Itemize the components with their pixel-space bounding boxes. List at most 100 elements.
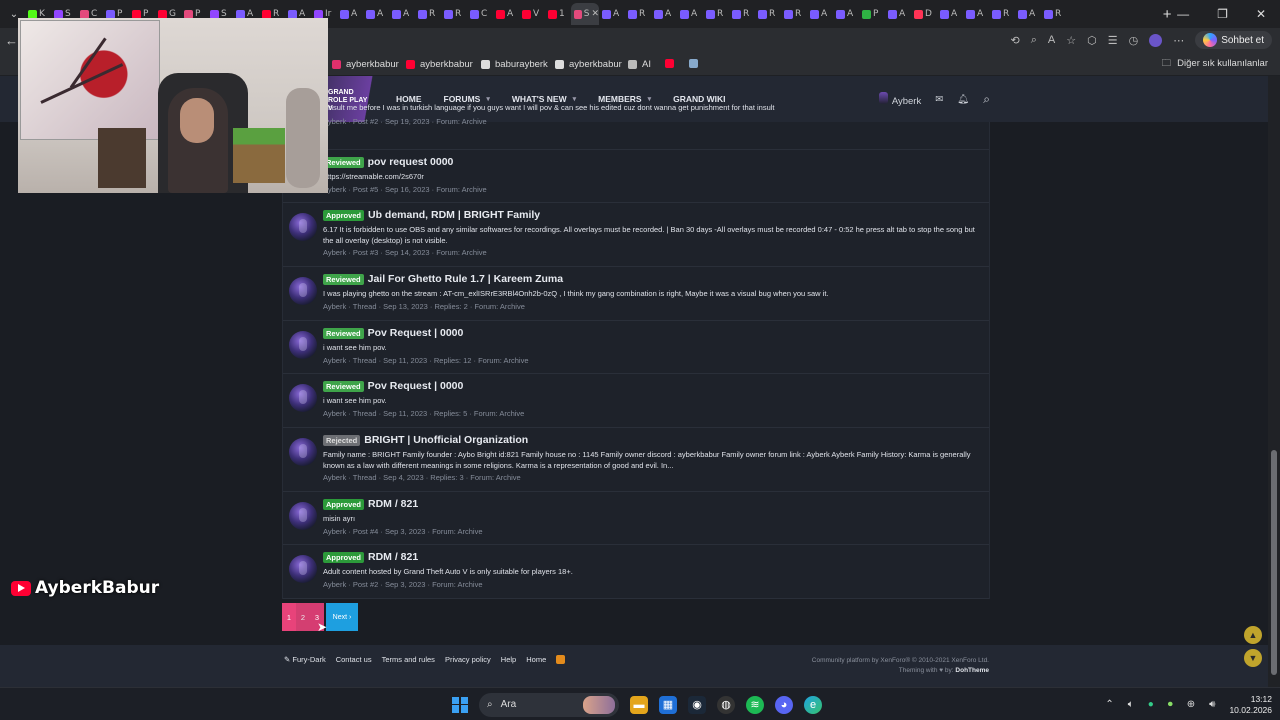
other-favorites-button[interactable]: 🗀 Diğer sık kullanılanlar — [1162, 56, 1268, 72]
microphone-icon[interactable]: ⏺ — [1168, 699, 1173, 710]
browser-tab[interactable]: A — [1015, 3, 1041, 25]
browser-tab[interactable]: A — [885, 3, 911, 25]
chevron-down-icon[interactable]: ▾ — [486, 95, 490, 103]
browser-tab[interactable]: A — [337, 3, 363, 25]
avatar[interactable] — [289, 502, 317, 530]
restore-icon[interactable]: ❐ — [1217, 7, 1228, 21]
file-explorer-icon[interactable]: ▬ — [630, 695, 648, 714]
result-title-link[interactable]: Rejected BRIGHT | Unofficial Organization — [323, 434, 528, 446]
search-icon[interactable]: ⌕ — [983, 92, 990, 107]
copilot-button[interactable]: Sohbet et — [1195, 31, 1272, 49]
history-icon[interactable]: ◷ — [1129, 34, 1139, 47]
page-1-link[interactable]: 1 — [282, 603, 296, 631]
profile-avatar[interactable] — [1149, 33, 1163, 47]
footer-link-home[interactable]: Home — [526, 655, 546, 664]
bookmark-item[interactable] — [665, 59, 679, 68]
read-aloud-icon[interactable]: A — [1048, 34, 1055, 46]
browser-tab[interactable]: R — [1041, 3, 1067, 25]
browser-tab[interactable]: R — [729, 3, 755, 25]
page-scrollbar[interactable] — [1268, 76, 1280, 687]
browser-tab[interactable]: D — [911, 3, 937, 25]
chevron-down-icon[interactable]: ▾ — [573, 95, 577, 103]
edge-icon[interactable]: e — [804, 695, 822, 714]
browser-tab[interactable]: R — [781, 3, 807, 25]
store-icon[interactable]: ▦ — [659, 695, 677, 714]
obs-icon[interactable]: ◍ — [717, 695, 735, 714]
browser-tab[interactable]: A — [833, 3, 859, 25]
browser-tab[interactable]: C — [467, 3, 493, 25]
close-window-icon[interactable]: ✕ — [1256, 7, 1266, 21]
tray-chevron-icon[interactable]: ⌃ — [1105, 699, 1113, 710]
browser-tab[interactable]: A — [807, 3, 833, 25]
browser-tab[interactable]: A — [937, 3, 963, 25]
footer-link-contact[interactable]: Contact us — [336, 655, 372, 664]
browser-tab[interactable]: A — [389, 3, 415, 25]
bookmark-item[interactable]: baburayberk — [481, 59, 548, 70]
browser-tab[interactable]: A — [363, 3, 389, 25]
volume-icon[interactable]: 🔊︎ — [1209, 699, 1215, 710]
page-2-link[interactable]: 2 — [296, 603, 310, 631]
bookmark-item[interactable] — [689, 59, 703, 68]
avatar[interactable] — [289, 277, 317, 305]
windows-start-icon[interactable] — [452, 696, 468, 713]
scroll-to-top-button[interactable]: ▲ — [1244, 626, 1262, 644]
footer-link-terms[interactable]: Terms and rules — [382, 655, 435, 664]
avatar[interactable] — [289, 331, 317, 359]
result-title-link[interactable]: Approved Ub demand, RDM | BRIGHT Family — [323, 209, 540, 221]
browser-tab[interactable]: A — [493, 3, 519, 25]
theme-author-link[interactable]: DohTheme — [955, 667, 989, 674]
rss-icon[interactable] — [556, 655, 566, 664]
browser-tab[interactable]: A — [677, 3, 703, 25]
speaker-icon[interactable]: 🔈︎ — [1128, 699, 1134, 710]
discord-icon[interactable]: ◕ — [775, 695, 793, 714]
minimize-icon[interactable]: — — [1177, 7, 1189, 21]
bookmark-item[interactable]: ayberkbabur — [332, 59, 399, 70]
browser-tab[interactable]: P — [859, 3, 885, 25]
zoom-icon[interactable]: ⌕ — [1031, 34, 1037, 47]
browser-tab[interactable]: R — [441, 3, 467, 25]
browser-tab[interactable]: S ✕ — [571, 3, 599, 25]
result-title-link[interactable]: Approved RDM / 821 — [323, 551, 418, 563]
network-icon[interactable]: ⊕ — [1187, 699, 1195, 710]
bookmark-item[interactable]: AI — [628, 59, 651, 70]
browser-tab[interactable]: R — [989, 3, 1015, 25]
favorites-icon[interactable]: ☰ — [1108, 34, 1118, 47]
browser-tab[interactable]: R — [625, 3, 651, 25]
avatar[interactable] — [289, 213, 317, 241]
browser-tab[interactable]: A — [651, 3, 677, 25]
new-tab-button[interactable]: + — [1157, 6, 1177, 23]
footer-link-help[interactable]: Help — [501, 655, 516, 664]
taskbar-search[interactable]: ⌕ Ara — [479, 692, 619, 717]
next-page-button[interactable]: Next › — [326, 603, 358, 631]
browser-tab[interactable]: V — [519, 3, 545, 25]
clock[interactable]: 13:12 10.02.2026 — [1229, 694, 1272, 716]
browser-tab[interactable]: A — [963, 3, 989, 25]
avatar[interactable] — [289, 384, 317, 412]
browser-tab[interactable]: R — [703, 3, 729, 25]
security-icon[interactable]: ● — [1148, 699, 1154, 710]
bookmark-item[interactable]: ayberkbabur — [406, 59, 473, 70]
back-button[interactable]: ← — [5, 33, 18, 48]
browser-tab[interactable]: R — [755, 3, 781, 25]
steam-icon[interactable]: ◉ — [688, 695, 706, 714]
browser-tab[interactable]: 1 — [545, 3, 571, 25]
scroll-to-bottom-button[interactable]: ▼ — [1244, 649, 1262, 667]
close-tab-icon[interactable]: ✕ — [591, 9, 599, 19]
browser-tab[interactable]: A — [599, 3, 625, 25]
bookmark-item[interactable]: ayberkbabur — [555, 59, 622, 70]
footer-link-privacy[interactable]: Privacy policy — [445, 655, 491, 664]
extensions-icon[interactable]: ⬡ — [1087, 34, 1097, 47]
style-chooser-link[interactable]: ✎ Fury-Dark — [284, 655, 326, 664]
result-title-link[interactable]: Reviewed pov request 0000 — [323, 156, 453, 168]
spotify-icon[interactable]: ≋ — [746, 695, 764, 714]
avatar[interactable] — [289, 438, 317, 466]
result-title-link[interactable]: Reviewed Pov Request | 0000 — [323, 327, 463, 339]
browser-tab[interactable]: R — [415, 3, 441, 25]
result-title-link[interactable]: Approved RDM / 821 — [323, 498, 418, 510]
avatar[interactable] — [289, 555, 317, 583]
scrollbar-thumb[interactable] — [1271, 450, 1277, 675]
result-title-link[interactable]: Reviewed Pov Request | 0000 — [323, 380, 463, 392]
chevron-down-icon[interactable]: ▾ — [648, 95, 652, 103]
more-icon[interactable]: ⋯ — [1173, 34, 1184, 47]
favorite-star-icon[interactable]: ☆ — [1066, 34, 1076, 47]
